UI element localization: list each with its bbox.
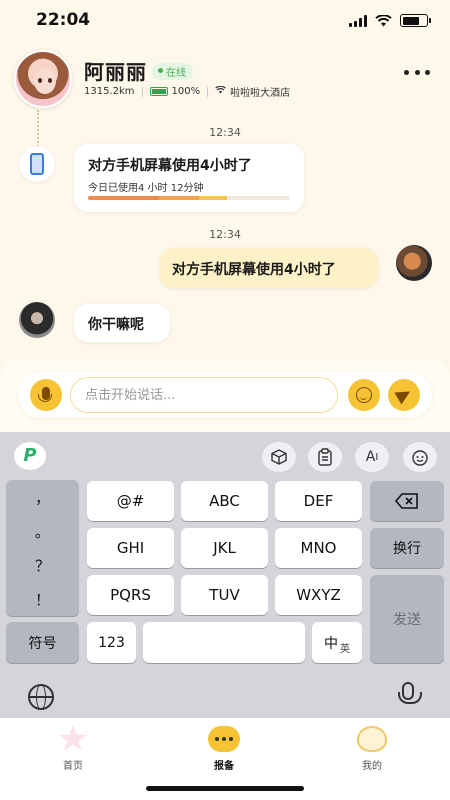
received-message-bubble[interactable]: 你干嘛呢 bbox=[74, 304, 170, 342]
tab-report[interactable]: 报备 bbox=[184, 724, 264, 780]
online-status-badge: 在线 bbox=[152, 63, 193, 80]
timestamp: 12:34 bbox=[209, 126, 241, 139]
battery-icon bbox=[400, 14, 431, 27]
key-wxyz[interactable]: WXYZ bbox=[275, 575, 362, 615]
key-mno[interactable]: MNO bbox=[275, 528, 362, 568]
send-arrow-icon bbox=[394, 385, 414, 405]
key-symbols-at[interactable]: @# bbox=[87, 481, 174, 521]
space-key[interactable] bbox=[143, 622, 305, 663]
chat-bubble-icon bbox=[208, 726, 240, 752]
punctuation-column: ， 。 ？ ！ bbox=[6, 480, 79, 616]
key-tuv[interactable]: TUV bbox=[181, 575, 268, 615]
sent-message-text: 对方手机屏幕使用4小时了 bbox=[172, 262, 336, 278]
language-switch-key[interactable]: 中英 bbox=[312, 622, 362, 663]
key-pqrs[interactable]: PQRS bbox=[87, 575, 174, 615]
key-ghi[interactable]: GHI bbox=[87, 528, 174, 568]
send-key[interactable]: 发送 bbox=[370, 575, 444, 663]
smiley-icon bbox=[356, 387, 372, 403]
key-def[interactable]: DEF bbox=[275, 481, 362, 521]
sender-avatar[interactable] bbox=[19, 302, 55, 338]
keyboard-logo-icon[interactable]: P bbox=[14, 442, 46, 470]
tab-label: 报备 bbox=[214, 761, 234, 772]
input-bar bbox=[0, 360, 450, 432]
battery-text: 100% bbox=[171, 86, 201, 97]
keyboard-bottom-bar bbox=[0, 676, 450, 718]
punctuation-key[interactable]: ， bbox=[6, 480, 79, 514]
voice-input-button[interactable] bbox=[30, 379, 62, 411]
cellular-signal-icon bbox=[349, 14, 367, 27]
cube-icon[interactable] bbox=[262, 442, 296, 472]
screen-usage-report-card[interactable]: 对方手机屏幕使用4小时了 今日已使用4 小时 12分钟 bbox=[74, 144, 304, 212]
send-button[interactable] bbox=[388, 379, 420, 411]
backspace-icon bbox=[395, 493, 418, 509]
message-input[interactable] bbox=[70, 377, 338, 413]
key-abc[interactable]: ABC bbox=[181, 481, 268, 521]
timestamp: 12:34 bbox=[209, 228, 241, 241]
report-subtitle: 今日已使用4 小时 12分钟 bbox=[88, 183, 204, 194]
tab-home[interactable]: 首页 bbox=[33, 724, 113, 780]
chat-header: 阿丽丽 在线 1315.2km 100% 啦啦啦大酒店 bbox=[0, 44, 450, 108]
dictation-microphone-icon[interactable] bbox=[398, 682, 422, 704]
tab-label: 首页 bbox=[63, 761, 83, 772]
tab-label: 我的 bbox=[362, 761, 382, 772]
contact-name: 阿丽丽 bbox=[84, 60, 147, 84]
punctuation-key[interactable]: 。 bbox=[6, 514, 79, 548]
received-message-text: 你干嘛呢 bbox=[88, 317, 144, 333]
phone-usage-icon bbox=[19, 146, 55, 182]
sent-message-bubble[interactable]: 对方手机屏幕使用4小时了 bbox=[160, 248, 378, 288]
clipboard-icon[interactable] bbox=[308, 442, 342, 472]
punctuation-key[interactable]: ！ bbox=[6, 582, 79, 616]
symbols-key[interactable]: 符号 bbox=[6, 622, 79, 663]
chat-area: 12:34 对方手机屏幕使用4小时了 今日已使用4 小时 12分钟 12:34 … bbox=[0, 110, 450, 360]
keyboard-toolbar: P AI bbox=[0, 432, 450, 478]
cat-mascot-icon bbox=[357, 726, 387, 752]
usage-progress-bar bbox=[88, 196, 290, 200]
ai-text-icon[interactable]: AI bbox=[355, 442, 389, 472]
tab-profile[interactable]: 我的 bbox=[332, 724, 412, 780]
globe-icon[interactable] bbox=[28, 684, 54, 710]
key-jkl[interactable]: JKL bbox=[181, 528, 268, 568]
home-indicator bbox=[146, 786, 304, 791]
keyboard: P AI ， 。 ？ ！ @# ABC DEF GHI JKL MNO 换行 P… bbox=[0, 432, 450, 718]
report-title: 对方手机屏幕使用4小时了 bbox=[88, 158, 252, 174]
more-options-button[interactable] bbox=[404, 62, 430, 82]
backspace-key[interactable] bbox=[370, 481, 444, 521]
wifi-icon bbox=[375, 14, 392, 26]
distance-text: 1315.2km bbox=[84, 86, 135, 97]
battery-full-icon bbox=[149, 87, 168, 96]
input-pill bbox=[18, 372, 432, 418]
star-mascot-icon bbox=[58, 725, 88, 751]
status-bar: 22:04 bbox=[0, 0, 450, 42]
newline-key[interactable]: 换行 bbox=[370, 528, 444, 568]
emoji-button[interactable] bbox=[348, 379, 380, 411]
wifi-small-icon bbox=[215, 85, 226, 97]
my-avatar[interactable] bbox=[396, 245, 432, 281]
contact-meta: 1315.2km 100% 啦啦啦大酒店 bbox=[84, 84, 290, 99]
microphone-icon bbox=[38, 386, 52, 402]
punctuation-key[interactable]: ？ bbox=[6, 548, 79, 582]
status-time: 22:04 bbox=[36, 10, 91, 30]
numbers-key[interactable]: 123 bbox=[87, 622, 136, 663]
location-text: 啦啦啦大酒店 bbox=[230, 88, 291, 99]
sticker-face-icon[interactable] bbox=[403, 442, 437, 472]
status-icons bbox=[349, 14, 431, 27]
contact-avatar[interactable] bbox=[14, 50, 72, 108]
